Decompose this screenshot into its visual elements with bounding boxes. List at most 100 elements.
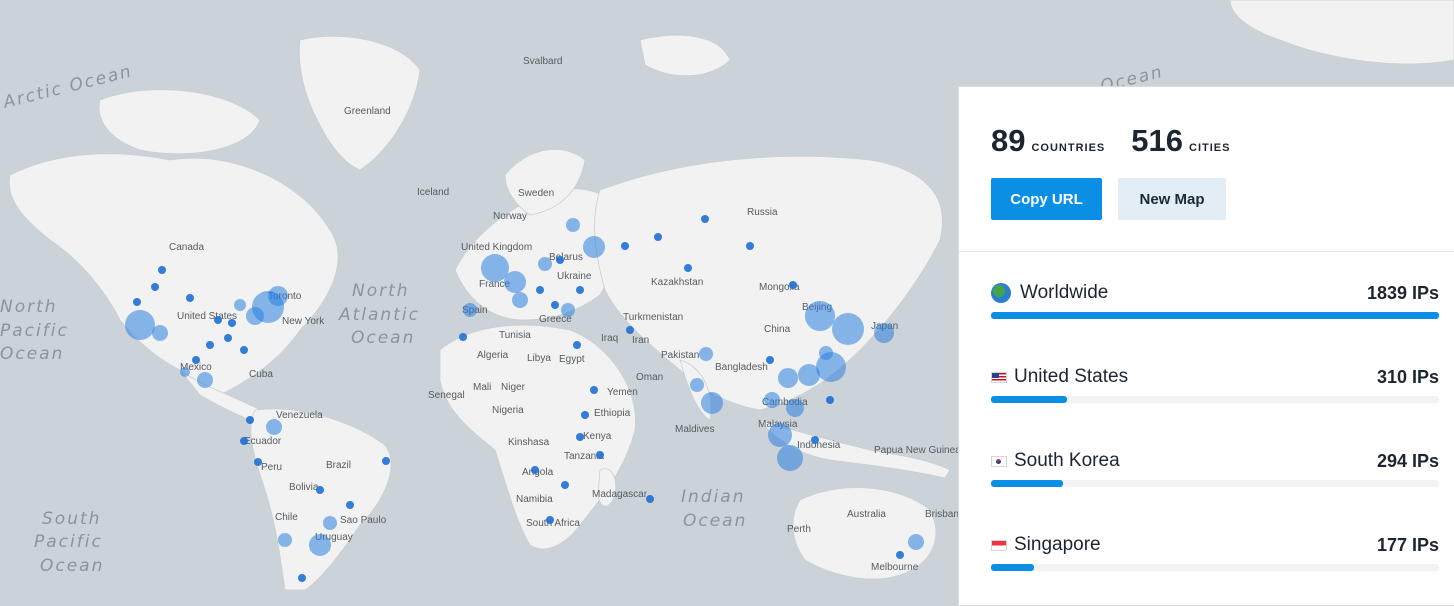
ip-row-worldwide[interactable]: Worldwide 1839 IPs <box>991 281 1439 319</box>
ip-marker <box>551 301 559 309</box>
copy-url-button[interactable]: Copy URL <box>991 178 1102 220</box>
ip-marker <box>481 254 509 282</box>
ip-marker <box>576 286 584 294</box>
place-label: United Kingdom <box>461 242 532 253</box>
ocean-label: North <box>0 297 58 317</box>
ip-marker <box>701 215 709 223</box>
place-label: Sweden <box>518 188 554 199</box>
place-label: Senegal <box>428 390 465 401</box>
place-label: Namibia <box>516 494 553 505</box>
place-label: Norway <box>493 211 527 222</box>
place-label: Iraq <box>601 333 618 344</box>
place-label: Egypt <box>559 354 585 365</box>
ip-row-singapore[interactable]: Singapore 177 IPs <box>991 533 1439 571</box>
ip-marker <box>811 436 819 444</box>
place-label: Venezuela <box>276 410 323 421</box>
place-label: Svalbard <box>523 56 562 67</box>
ip-marker <box>908 534 924 550</box>
row-value: 177 IPs <box>1376 534 1439 555</box>
place-label: Ecuador <box>244 436 282 447</box>
progress-track <box>991 564 1439 571</box>
ocean-label: Indian <box>681 487 746 507</box>
ip-marker <box>786 399 804 417</box>
ip-marker <box>240 437 248 445</box>
ip-marker <box>626 326 634 334</box>
ip-marker <box>581 411 589 419</box>
ip-marker <box>590 386 598 394</box>
ip-marker <box>278 533 292 547</box>
place-label: Bangladesh <box>715 362 768 373</box>
cities-label: CITIES <box>1189 142 1231 154</box>
place-label: Sao Paulo <box>340 515 387 526</box>
ip-marker <box>536 286 544 294</box>
place-label: Turkmenistan <box>623 312 683 323</box>
progress-fill <box>991 564 1035 571</box>
us-flag-icon <box>991 371 1007 383</box>
ip-marker <box>234 299 246 311</box>
ip-marker <box>690 378 704 392</box>
ip-marker <box>192 356 200 364</box>
place-label: Iran <box>632 335 649 346</box>
ip-marker <box>777 445 803 471</box>
place-label: Maldives <box>675 424 714 435</box>
ip-marker <box>556 256 564 264</box>
ocean-label: Pacific <box>0 321 69 341</box>
place-label: Chile <box>275 512 298 523</box>
new-map-button[interactable]: New Map <box>1118 178 1226 220</box>
ip-marker <box>684 264 692 272</box>
ocean-label: Atlantic <box>338 305 420 325</box>
ocean-label: North <box>352 281 410 301</box>
ip-marker <box>546 516 554 524</box>
ip-marker <box>766 356 774 364</box>
divider <box>959 251 1454 252</box>
place-label: Papua New Guinea <box>874 445 961 456</box>
ocean-label: Ocean <box>40 556 104 576</box>
place-label: Tunisia <box>499 330 531 341</box>
ocean-label: South <box>42 509 101 529</box>
place-label: United States <box>177 311 237 322</box>
progress-fill <box>991 396 1067 403</box>
row-value: 310 IPs <box>1376 366 1439 387</box>
place-label: Pakistan <box>661 350 699 361</box>
ip-marker <box>646 495 654 503</box>
place-label: Mali <box>473 382 491 393</box>
place-label: Canada <box>169 242 204 253</box>
ip-marker <box>152 325 168 341</box>
ip-marker <box>246 307 264 325</box>
row-value: 1839 IPs <box>1366 282 1439 303</box>
place-label: Cuba <box>249 369 273 380</box>
row-value: 294 IPs <box>1376 450 1439 471</box>
kr-flag-icon <box>991 455 1007 467</box>
ip-marker <box>158 266 166 274</box>
ip-marker <box>382 457 390 465</box>
ip-marker <box>654 233 662 241</box>
ip-marker <box>268 286 288 306</box>
place-label: Kazakhstan <box>651 277 703 288</box>
ip-marker <box>214 316 222 324</box>
ip-marker <box>228 319 236 327</box>
ip-row-south-korea[interactable]: South Korea 294 IPs <box>991 449 1439 487</box>
ip-marker <box>561 303 575 317</box>
place-label: Libya <box>527 353 551 364</box>
place-label: Belarus <box>549 252 583 263</box>
ip-marker <box>561 481 569 489</box>
ip-marker <box>789 281 797 289</box>
place-label: Ethiopia <box>594 408 631 419</box>
ip-marker <box>832 313 864 345</box>
place-label: Brazil <box>326 460 351 471</box>
place-label: Madagascar <box>592 489 648 500</box>
ip-row-united-states[interactable]: United States 310 IPs <box>991 365 1439 403</box>
ocean-label: Ocean <box>683 511 747 531</box>
row-label: Singapore <box>1014 534 1101 555</box>
place-label: Oman <box>636 372 663 383</box>
ip-marker <box>186 294 194 302</box>
ip-marker <box>764 392 780 408</box>
row-label: Worldwide <box>1020 282 1109 303</box>
ip-marker <box>746 242 754 250</box>
ip-marker <box>246 416 254 424</box>
ocean-label: Ocean <box>0 344 64 364</box>
progress-track <box>991 480 1439 487</box>
place-label: New York <box>282 316 325 327</box>
ip-marker <box>512 292 528 308</box>
place-label: Russia <box>747 207 778 218</box>
